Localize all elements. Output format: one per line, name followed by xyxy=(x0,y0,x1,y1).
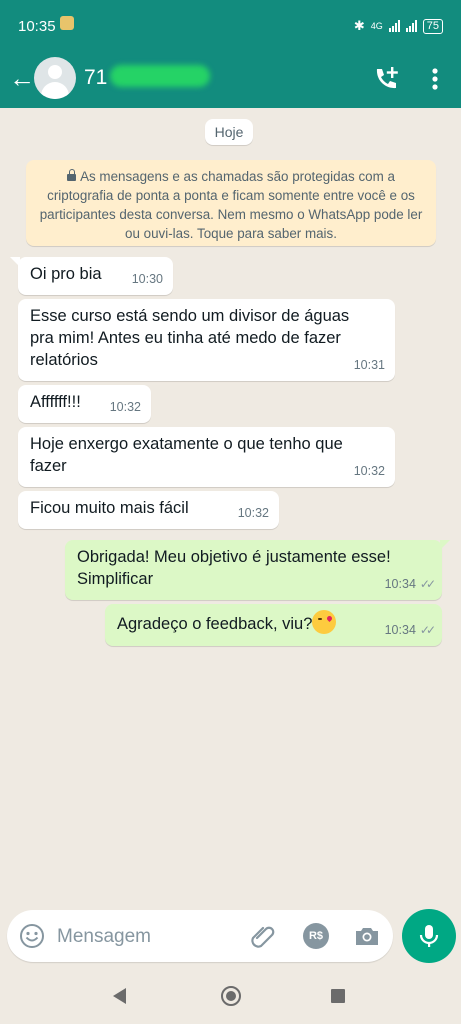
status-time: 10:35 xyxy=(18,18,56,35)
kissing-heart-emoji-icon xyxy=(312,610,337,634)
status-bar: 10:35 ✱ 4G 75 xyxy=(0,0,461,50)
contact-name-redaction xyxy=(110,65,210,87)
network-label: 4G xyxy=(370,21,383,31)
status-icons: ✱ 4G 75 xyxy=(354,18,443,34)
message-bubble-outgoing[interactable]: Obrigada! Meu objetivo é justamente esse… xyxy=(65,540,450,600)
mic-icon xyxy=(419,925,439,947)
message-time: 10:32 xyxy=(109,400,141,414)
emoji-icon[interactable] xyxy=(19,923,45,949)
message-time: 10:30 xyxy=(131,272,163,286)
message-text: Obrigada! Meu objetivo é justamente esse… xyxy=(77,548,391,588)
message-bubble-incoming[interactable]: Hoje enxergo exatamente o que tenho que … xyxy=(18,427,395,487)
nav-back-icon[interactable] xyxy=(113,988,126,1004)
attach-icon[interactable] xyxy=(249,922,277,950)
message-text: Ficou muito mais fácil xyxy=(30,499,189,517)
chat-header: ← 71 xyxy=(0,50,461,108)
signal-icon-2 xyxy=(405,20,417,32)
message-time-status: 10:34 ✓✓ xyxy=(385,573,436,595)
message-time: 10:32 xyxy=(237,506,269,520)
lock-icon xyxy=(67,168,77,181)
message-time-status: 10:34 ✓✓ xyxy=(385,619,436,641)
system-nav-bar xyxy=(0,972,461,1024)
message-bubble-incoming[interactable]: Esse curso está sendo um divisor de água… xyxy=(18,299,395,381)
signal-icon xyxy=(388,20,400,32)
notification-icon xyxy=(60,16,74,30)
contact-name[interactable]: 71 xyxy=(84,66,107,90)
encryption-notice-text: As mensagens e as chamadas são protegida… xyxy=(39,169,423,241)
message-bubble-incoming[interactable]: Ficou muito mais fácil 10:32 xyxy=(18,491,279,529)
message-input[interactable]: Mensagem xyxy=(57,926,151,948)
date-chip: Hoje xyxy=(205,119,253,145)
read-ticks-icon: ✓✓ xyxy=(419,577,436,591)
message-time: 10:31 xyxy=(353,358,385,372)
back-arrow-icon[interactable]: ← xyxy=(8,64,36,92)
message-text: Esse curso está sendo um divisor de água… xyxy=(30,307,350,369)
message-text: Affffff!!! xyxy=(30,393,81,411)
message-time: 10:32 xyxy=(353,464,385,478)
voice-message-button[interactable] xyxy=(402,909,456,963)
message-bubble-incoming[interactable]: Affffff!!! 10:32 xyxy=(18,385,151,423)
battery-icon: 75 xyxy=(422,18,443,34)
message-composer: Mensagem R$ xyxy=(7,910,393,962)
message-text: Agradeço o feedback, viu? xyxy=(117,615,313,633)
encryption-notice[interactable]: As mensagens e as chamadas são protegida… xyxy=(26,160,436,246)
message-bubble-outgoing[interactable]: Agradeço o feedback, viu? 10:34 ✓✓ xyxy=(105,604,442,646)
nav-recents-icon[interactable] xyxy=(331,989,345,1003)
message-bubble-incoming[interactable]: Oi pro bia 10:30 xyxy=(10,257,173,295)
camera-icon[interactable] xyxy=(353,922,381,950)
chat-area: Hoje As mensagens e as chamadas são prot… xyxy=(0,108,461,904)
nav-home-icon[interactable] xyxy=(221,986,241,1006)
payment-icon[interactable]: R$ xyxy=(303,923,329,949)
bluetooth-icon: ✱ xyxy=(353,18,365,33)
message-text: Hoje enxergo exatamente o que tenho que … xyxy=(30,435,343,475)
more-vert-icon[interactable] xyxy=(423,64,447,94)
message-text: Oi pro bia xyxy=(30,265,102,283)
read-ticks-icon: ✓✓ xyxy=(419,623,436,637)
avatar[interactable] xyxy=(34,57,76,99)
add-call-icon[interactable] xyxy=(371,64,401,94)
